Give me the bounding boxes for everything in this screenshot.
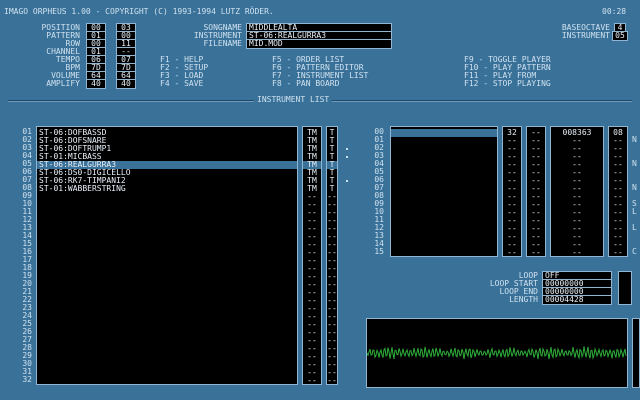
- waveform-graph: [367, 319, 627, 387]
- sample-cell: --: [527, 249, 545, 257]
- instrument-item[interactable]: [37, 193, 297, 201]
- instrument-item[interactable]: [37, 273, 297, 281]
- instrument-item[interactable]: [37, 353, 297, 361]
- sample-col-3-values: 008363 -- -- -- -- -- -- -- -- -- -- -- -- -- -- --: [551, 127, 603, 257]
- instrument-item[interactable]: ST-01:WABBERSTRING: [37, 185, 297, 193]
- function-key-f8[interactable]: F8 - PAN BOARD: [272, 80, 339, 88]
- waveform-line: [367, 347, 626, 360]
- instrument-tm-column[interactable]: TM TM TM TM TM TM TM TM -- -- -- -- -- -- -- -- -- -- -- --…: [302, 126, 322, 385]
- filename-label: FILENAME: [176, 40, 242, 48]
- sample-cell: --: [551, 249, 603, 257]
- side-letter: N: [632, 160, 637, 168]
- sample-col-1-values: 32 -- -- -- -- -- -- -- -- -- -- -- -- -- -- --: [503, 127, 521, 257]
- instrument-item[interactable]: [37, 345, 297, 353]
- instrument-item[interactable]: [37, 233, 297, 241]
- instrument-item[interactable]: [37, 249, 297, 257]
- instrument-row-number: 32: [14, 376, 32, 384]
- instrument-item[interactable]: [37, 289, 297, 297]
- instrument-item[interactable]: [37, 313, 297, 321]
- sample-col-4-values: 08 -- -- -- -- -- -- -- -- -- -- -- -- -- -- --: [609, 127, 627, 257]
- instrument-item[interactable]: [37, 217, 297, 225]
- status-value-2[interactable]: 40: [116, 79, 136, 89]
- instrument-item[interactable]: [37, 377, 297, 385]
- sample-col-4[interactable]: 08 -- -- -- -- -- -- -- -- -- -- -- -- -- -- --: [608, 126, 628, 257]
- sample-col-1[interactable]: 32 -- -- -- -- -- -- -- -- -- -- -- -- -- -- --: [502, 126, 522, 257]
- length-label: LENGTH: [440, 296, 538, 304]
- indicator-dot: [346, 148, 348, 150]
- instrument-item[interactable]: [37, 297, 297, 305]
- sample-row-number: 15: [366, 248, 384, 256]
- instrument-list-heading: INSTRUMENT LIST: [254, 96, 332, 104]
- octave-instrument-label: INSTRUMENT: [510, 32, 610, 40]
- waveform-side-box: [632, 318, 640, 388]
- instrument-item[interactable]: [37, 337, 297, 345]
- length-value[interactable]: 00004428: [542, 295, 612, 305]
- clock: 00:28: [602, 8, 626, 16]
- instrument-tm-cell: --: [303, 377, 321, 385]
- side-letter: L: [632, 208, 637, 216]
- function-key-f4[interactable]: F4 - SAVE: [160, 80, 203, 88]
- sample-cell: --: [503, 249, 521, 257]
- status-label: AMPLIFY: [4, 80, 80, 88]
- sample-cell: --: [609, 249, 627, 257]
- side-letter: C: [632, 248, 637, 256]
- instrument-item[interactable]: [37, 329, 297, 337]
- octave-instrument-value[interactable]: 05: [612, 31, 628, 41]
- loop-side-box: [618, 271, 632, 305]
- side-letter: N: [632, 136, 637, 144]
- instrument-item[interactable]: [37, 281, 297, 289]
- instrument-t-cell: --: [327, 377, 337, 385]
- instrument-t-column[interactable]: T T T T T T T T -- -- -- -- -- -- -- -- -- -- -- -- -- -- -- --…: [326, 126, 338, 385]
- side-letter: N: [632, 184, 637, 192]
- indicator-dot: [346, 156, 348, 158]
- instrument-tm-values: TM TM TM TM TM TM TM TM -- -- -- -- -- -- -- -- -- -- -- --…: [303, 127, 321, 385]
- sample-col-3[interactable]: 008363 -- -- -- -- -- -- -- -- -- -- -- -- -- -- --: [550, 126, 604, 257]
- instrument-names: ST-06:DOFBASSD ST-06:DOFSNARE ST-06:DOFTRU…: [37, 127, 297, 385]
- instrument-list-panel[interactable]: ST-06:DOFBASSD ST-06:DOFSNARE ST-06:DOFTRU…: [36, 126, 298, 385]
- sample-selected-row: [391, 129, 497, 137]
- filename-field[interactable]: MID.MOD: [246, 39, 392, 49]
- instrument-item[interactable]: [37, 241, 297, 249]
- instrument-item[interactable]: [37, 321, 297, 329]
- instrument-item[interactable]: [37, 225, 297, 233]
- sample-col-2-values: -- -- -- -- -- -- -- -- -- -- -- -- -- -- -- --: [527, 127, 545, 257]
- instrument-item[interactable]: [37, 209, 297, 217]
- waveform-display[interactable]: [366, 318, 628, 388]
- side-letter: L: [632, 224, 637, 232]
- instrument-t-values: T T T T T T T T -- -- -- -- -- -- -- -- -- -- -- -- -- -- -- --…: [327, 127, 337, 385]
- instrument-item[interactable]: [37, 201, 297, 209]
- status-value-1[interactable]: 40: [86, 79, 106, 89]
- function-key-f12[interactable]: F12 - STOP PLAYING: [464, 80, 551, 88]
- app-title: IMAGO ORPHEUS 1.00 - COPYRIGHT (C) 1993-…: [4, 8, 274, 16]
- sample-col-2[interactable]: -- -- -- -- -- -- -- -- -- -- -- -- -- -- -- --: [526, 126, 546, 257]
- instrument-item[interactable]: [37, 265, 297, 273]
- instrument-item[interactable]: [37, 369, 297, 377]
- indicator-dot: [346, 180, 348, 182]
- instrument-item[interactable]: [37, 361, 297, 369]
- sample-list-panel[interactable]: [390, 126, 498, 257]
- instrument-item[interactable]: [37, 305, 297, 313]
- instrument-item[interactable]: [37, 257, 297, 265]
